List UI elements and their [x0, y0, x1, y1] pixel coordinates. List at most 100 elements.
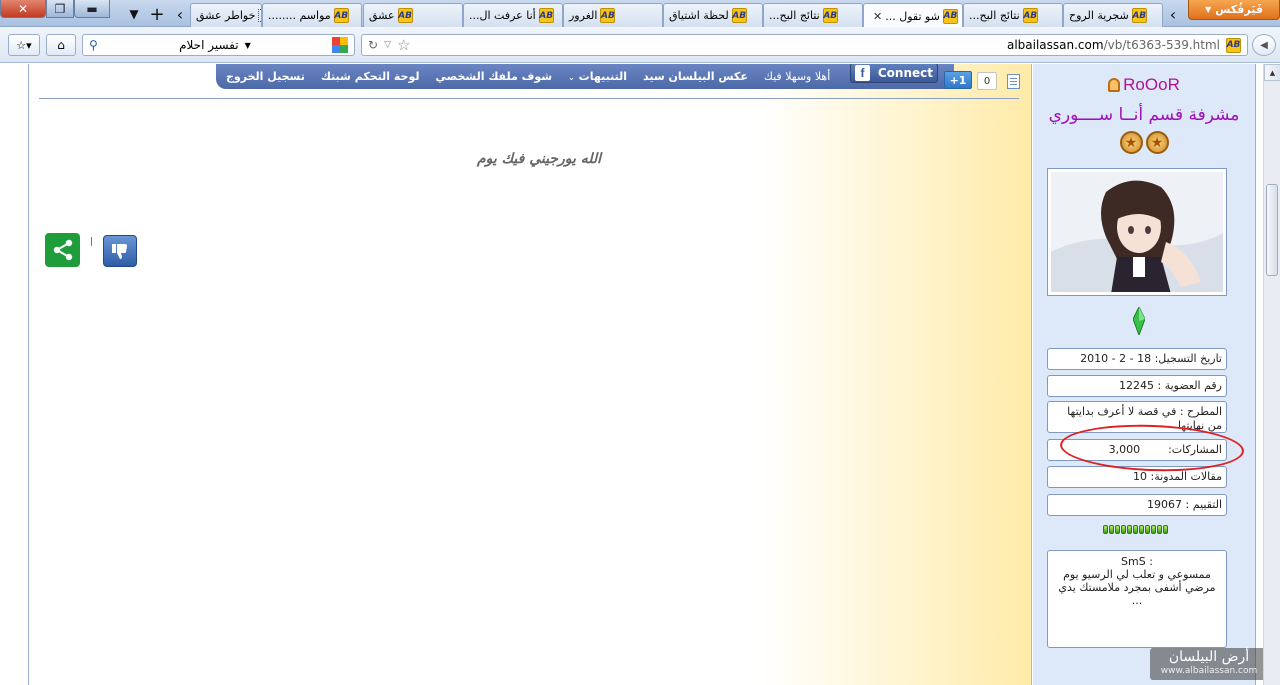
reputation-pip [1139, 525, 1144, 534]
share-button[interactable] [45, 233, 80, 267]
navigation-bar: ☆▾ ⌂ ⚲ تفسير احلام ▼ ↻ ▽ ☆ albailassan.c… [0, 27, 1280, 63]
divider [91, 237, 92, 246]
bookmark-star-icon[interactable]: ☆ [397, 36, 410, 54]
logout-link[interactable]: تسجيل الخروج [226, 70, 305, 83]
reputation-pip [1109, 525, 1114, 534]
post-count-row: المشاركات: 3,000 [1047, 439, 1227, 461]
chevron-left-icon: ‹ [176, 4, 184, 24]
avatar-image [1051, 172, 1223, 292]
url-domain: albailassan.com [1006, 38, 1104, 52]
divider [39, 98, 1019, 99]
tab-title: نتائج البح... [969, 9, 1020, 22]
control-panel-link[interactable]: لوحة التحكم شبتك [321, 70, 420, 83]
all-tabs-button[interactable]: ▼ [124, 4, 144, 24]
window-maximize-button[interactable]: ❐ [46, 0, 74, 18]
site-icon: AB [397, 8, 413, 23]
alerts-label: التنبيهات [578, 69, 627, 83]
thumbs-down-icon [112, 244, 127, 259]
sms-label: SmS : [1121, 555, 1153, 568]
url-path: /vb/t6363-539.html [1103, 38, 1220, 52]
reputation-pip [1151, 525, 1156, 534]
reputation-pip [1103, 525, 1108, 534]
chevron-down-icon: ⌄ [568, 72, 575, 82]
alerts-menu[interactable]: التنبيهات ⌄ [568, 70, 627, 83]
author-name-text: RoOoR [1123, 75, 1180, 94]
scroll-tabs-right-button[interactable]: ‹ [1165, 4, 1181, 24]
home-button[interactable]: ⌂ [46, 34, 76, 56]
bookmarks-button[interactable]: ☆▾ [8, 34, 40, 56]
dislike-button[interactable] [103, 235, 137, 267]
sms-text: ممسوعي و تعلب لي الرسيو يوم مرضي أشفى بم… [1058, 568, 1216, 607]
tab[interactable]: خواطر عشق [190, 3, 262, 27]
sms-box: SmS : ممسوعي و تعلب لي الرسيو يوم مرضي أ… [1047, 550, 1227, 648]
back-button[interactable]: ◀ [1252, 34, 1276, 56]
tab[interactable]: AB أنا عرفت ال... [463, 3, 563, 27]
maximize-icon: ❐ [54, 1, 66, 16]
tab-title: عشق [369, 9, 395, 22]
tab-title: نتائج البح... [769, 9, 820, 22]
scroll-tabs-left-button[interactable]: ‹ [172, 4, 188, 24]
site-icon: AB [333, 8, 349, 23]
tab-title: لحظة اشتياق [669, 9, 729, 22]
rank-stars: ★ ★ [1033, 131, 1255, 154]
tab[interactable]: AB مواسم ........ [262, 3, 362, 27]
firefox-menu-button[interactable]: فَيَرفُكس ▼ [1188, 0, 1280, 20]
close-icon: ✕ [17, 1, 29, 16]
scroll-up-button[interactable]: ▲ [1264, 64, 1280, 81]
tab[interactable]: AB نتائج البح... [963, 3, 1063, 27]
username-link[interactable]: عكس البيلسان سيد [643, 70, 748, 83]
tab[interactable]: AB شجرية الروح [1063, 3, 1163, 27]
reputation-pip [1133, 525, 1138, 534]
site-icon: AB [1131, 8, 1147, 23]
chevron-down-icon[interactable]: ▽ [384, 40, 391, 50]
window-close-button[interactable]: ✕ [0, 0, 46, 18]
google-icon[interactable] [332, 37, 348, 53]
new-tab-button[interactable]: + [146, 3, 168, 25]
document-icon [1007, 74, 1020, 89]
forum-post: أهلا وسهلا فيك عكس البيلسان سيد التنبيها… [28, 64, 1256, 685]
member-number: رقم العضوية : 12245 [1047, 375, 1227, 397]
minimize-icon: ▬ [86, 1, 98, 16]
rating: التقييم : 19067 [1047, 494, 1227, 516]
site-watermark: أرض البيلسان www.albailassan.com [1150, 648, 1268, 680]
search-bar[interactable]: ⚲ تفسير احلام ▼ [82, 34, 355, 56]
scrollbar-thumb[interactable] [1266, 184, 1278, 276]
share-icon [53, 239, 72, 261]
tab-close-icon[interactable]: ✕ [873, 10, 882, 23]
post-message: الله يورجيني فيك يوم [476, 151, 602, 167]
tab-active[interactable]: AB شو تقول ... ✕ [863, 3, 963, 28]
chevron-right-icon: ‹ [1169, 4, 1177, 24]
user-info-sidebar: RoOoR مشرفة قسم أنــا ســــوري ★ ★ تاريخ… [1033, 64, 1255, 685]
plus-icon: + [149, 3, 165, 25]
blog-count: مقالات المدونة: 10 [1047, 466, 1227, 488]
tab[interactable]: AB عشق [363, 3, 463, 27]
tab[interactable]: AB نتائج البح... [763, 3, 863, 27]
profile-link[interactable]: شوف ملفك الشخصي [436, 70, 553, 83]
like-count: 0 [977, 72, 997, 90]
watermark-name: أرض البيلسان [1168, 649, 1250, 665]
tab[interactable]: AB لحظة اشتياق [663, 3, 763, 27]
url-bar[interactable]: ↻ ▽ ☆ albailassan.com/vb/t6363-539.html … [361, 34, 1248, 56]
reputation-pip [1157, 525, 1162, 534]
firefox-menu-label: فَيَرفُكس [1215, 3, 1263, 16]
facebook-connect-button[interactable]: f Connect [850, 64, 938, 83]
window-minimize-button[interactable]: ▬ [74, 0, 110, 18]
vertical-scrollbar[interactable]: ▲ [1263, 64, 1280, 685]
google-plus-button[interactable]: +1 [944, 71, 972, 89]
tab-title: الغرور [569, 9, 598, 22]
facebook-icon: f [855, 65, 870, 81]
tab-title: شجرية الروح [1069, 9, 1129, 22]
tab[interactable]: AB الغرور [563, 3, 663, 27]
anime-girl-avatar-icon [1051, 172, 1223, 292]
facebook-connect-label: Connect [877, 66, 933, 80]
reputation-pip [1163, 525, 1168, 534]
reload-icon[interactable]: ↻ [368, 38, 378, 52]
post-content: أهلا وسهلا فيك عكس البيلسان سيد التنبيها… [29, 64, 1032, 685]
user-title: مشرفة قسم أنــا ســــوري [1048, 105, 1240, 125]
post-count-value: 3,000 [1108, 443, 1141, 456]
search-input[interactable]: تفسير احلام [179, 38, 239, 52]
author-name[interactable]: RoOoR [1033, 75, 1255, 95]
reputation-pip [1121, 525, 1126, 534]
chevron-down-icon: ▼ [244, 40, 251, 50]
url-text[interactable]: albailassan.com/vb/t6363-539.html [1007, 38, 1220, 52]
